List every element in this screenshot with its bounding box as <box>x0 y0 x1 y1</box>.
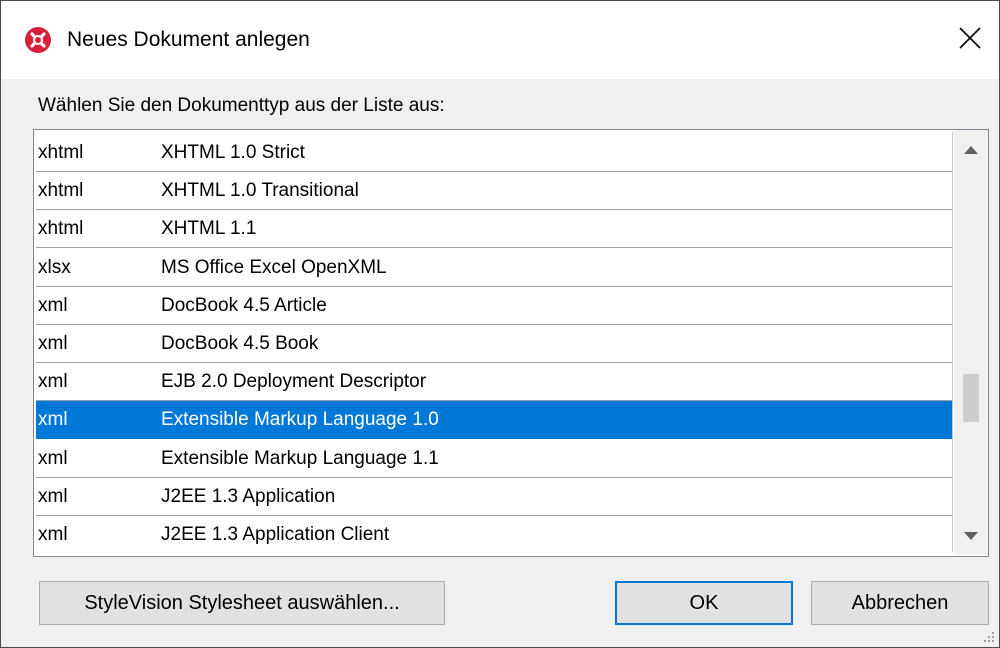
list-item-description: EJB 2.0 Deployment Descriptor <box>161 371 427 392</box>
list-item-extension: xlsx <box>38 257 71 278</box>
resize-grip-icon[interactable] <box>983 631 995 643</box>
new-document-dialog: Neues Dokument anlegen Wählen Sie den Do… <box>0 0 1000 648</box>
list-item-extension: xml <box>38 486 68 507</box>
cancel-button[interactable]: Abbrechen <box>811 581 989 625</box>
list-item-extension: xml <box>38 409 68 430</box>
list-item-description: DocBook 4.5 Book <box>161 333 319 354</box>
title-bar: Neues Dokument anlegen <box>1 1 999 79</box>
list-item-description: Extensible Markup Language 1.1 <box>161 448 439 469</box>
close-button[interactable] <box>949 9 999 67</box>
list-item[interactable]: xlsx MS Office Excel OpenXML <box>36 249 952 287</box>
chevron-down-icon <box>964 532 978 540</box>
scroll-up-button[interactable] <box>954 132 988 168</box>
document-type-list[interactable]: xhtml XHTML 1.0 Strict xhtml XHTML 1.0 Tran… <box>33 129 989 557</box>
document-type-rows: xhtml XHTML 1.0 Strict xhtml XHTML 1.0 Tran… <box>36 132 953 552</box>
vertical-scrollbar[interactable] <box>954 130 988 554</box>
list-item[interactable]: xhtml XHTML 1.0 Transitional <box>36 172 952 210</box>
close-icon <box>959 27 981 49</box>
chevron-up-icon <box>964 146 978 154</box>
list-item-extension: xml <box>38 295 68 316</box>
list-item-description: MS Office Excel OpenXML <box>161 257 387 278</box>
list-item-description: J2EE 1.3 Application Client <box>161 524 390 545</box>
list-item[interactable]: xhtml XHTML 1.1 <box>36 210 952 248</box>
select-stylevision-stylesheet-button[interactable]: StyleVision Stylesheet auswählen... <box>39 581 445 625</box>
list-item-description: J2EE 1.3 Application <box>161 486 336 507</box>
list-item-extension: xml <box>38 448 68 469</box>
list-item[interactable]: xml J2EE 1.3 Application <box>36 478 952 516</box>
scroll-thumb[interactable] <box>963 374 979 422</box>
list-item-extension: xhtml <box>38 180 84 201</box>
scroll-down-button[interactable] <box>954 518 988 554</box>
list-item-extension: xhtml <box>38 142 84 163</box>
list-item-extension: xml <box>38 371 68 392</box>
ok-button[interactable]: OK <box>615 581 793 625</box>
list-item-description: XHTML 1.1 <box>161 218 257 239</box>
list-item[interactable]: xml Extensible Markup Language 1.1 <box>36 440 952 478</box>
list-item[interactable]: xml EJB 2.0 Deployment Descriptor <box>36 363 952 401</box>
list-item-description: XHTML 1.0 Transitional <box>161 180 359 201</box>
list-item-description: DocBook 4.5 Article <box>161 295 327 316</box>
altova-app-icon <box>25 27 51 53</box>
list-item[interactable]: xml Extensible Markup Language 1.0 <box>36 401 952 439</box>
instruction-label: Wählen Sie den Dokumenttyp aus der Liste… <box>38 95 445 116</box>
list-item[interactable]: xml J2EE 1.3 Application Client <box>36 516 952 552</box>
list-item[interactable]: xhtml XHTML 1.0 Strict <box>36 134 952 172</box>
list-item-extension: xml <box>38 524 68 545</box>
list-item-extension: xhtml <box>38 218 84 239</box>
list-item[interactable]: xml DocBook 4.5 Book <box>36 325 952 363</box>
list-item-description: XHTML 1.0 Strict <box>161 142 305 163</box>
list-item[interactable]: xml DocBook 4.5 Article <box>36 287 952 325</box>
list-item-description: Extensible Markup Language 1.0 <box>161 409 439 430</box>
list-item-extension: xml <box>38 333 68 354</box>
window-title: Neues Dokument anlegen <box>67 28 310 51</box>
